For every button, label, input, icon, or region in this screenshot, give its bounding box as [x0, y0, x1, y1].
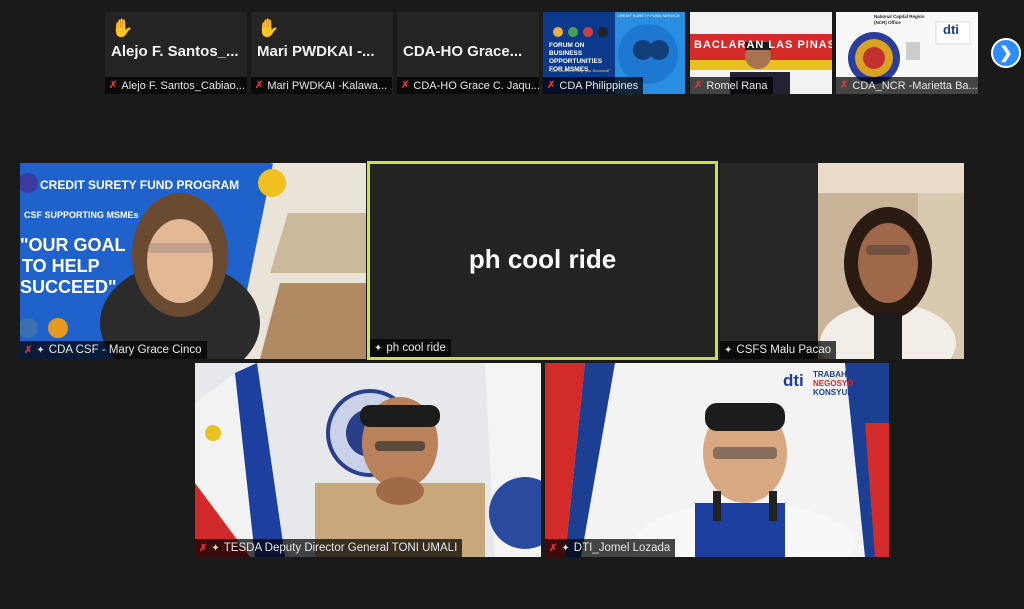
participant-label: ph cool ride [386, 342, 446, 354]
strip-tile-romel[interactable]: BACLARAN LAS PINAS ✗ Romel Rana [690, 12, 832, 94]
tagline-line-1: TRABAHO [813, 370, 853, 379]
participant-label: CDA Philippines [559, 79, 639, 92]
mic-muted-icon: ✗ [840, 80, 849, 91]
tagline-line-3: KONSYUMER [813, 388, 866, 397]
pin-icon: ✦ [724, 344, 733, 356]
participant-display-name: ph cool ride [468, 244, 617, 274]
mic-muted-icon: ✗ [109, 80, 118, 91]
participant-display-name: Alejo F. Santos_... [111, 43, 239, 60]
pin-icon: ✦ [36, 344, 45, 356]
strip-tile-alejo[interactable]: ✋ Alejo F. Santos_... ✗ Alejo F. Santos_… [105, 12, 247, 94]
tagline-line-2: NEGOSYO [813, 379, 854, 388]
video-tile-cda-csf[interactable]: CREDIT SURETY FUND PROGRAM CSF SUPPORTIN… [20, 163, 366, 359]
strip-tile-cda-ncr[interactable]: National Capital Region (NCR) Office dti… [836, 12, 978, 94]
participant-name-bar: ✗ CDA Philippines [543, 77, 644, 94]
participant-video [818, 163, 964, 359]
participant-label: CDA CSF - Mary Grace Cinco [48, 344, 202, 356]
background-title-text: CREDIT SURETY FUND PROGRAM [40, 178, 240, 192]
participant-name-bar: ✗ ✦ TESDA Deputy Director General TONI U… [195, 539, 463, 557]
participant-label: CDA-HO Grace C. Jaqu... [413, 79, 539, 92]
background-quote-line-1: "OUR GOAL [20, 235, 126, 255]
background-subtitle-text: CSF SUPPORTING MSMEs [24, 210, 139, 220]
dti-logo-text: dti [943, 22, 959, 37]
participant-label: TESDA Deputy Director General TONI UMALI [223, 542, 458, 554]
mic-muted-icon: ✗ [401, 80, 410, 91]
raised-hand-icon: ✋ [111, 18, 134, 38]
participant-label: CDA_NCR -Marietta Ba... [852, 79, 978, 92]
participant-name-bar: ✦ ph cool ride [370, 339, 451, 357]
video-tile-tesda[interactable]: ✗ ✦ TESDA Deputy Director General TONI U… [195, 363, 541, 557]
mic-muted-icon: ✗ [549, 542, 558, 554]
pin-icon: ✦ [374, 342, 383, 354]
pin-icon: ✦ [211, 542, 220, 554]
pin-icon: ✦ [561, 542, 570, 554]
office-header-text: National Capital Region (NCR) Office [874, 14, 925, 25]
banner-text: BACLARAN LAS PINAS [694, 39, 832, 51]
video-tile-ph-cool-ride[interactable]: ph cool ride ✦ ph cool ride [367, 161, 718, 360]
background-quote-line-2: TO HELP [22, 256, 100, 276]
participant-name-bar: ✗ ✦ DTI_Jomel Lozada [545, 539, 676, 557]
strip-tile-grace[interactable]: CDA-HO Grace... ✗ CDA-HO Grace C. Jaqu..… [397, 12, 539, 94]
participant-display-name: CDA-HO Grace... [403, 43, 523, 60]
mic-muted-icon: ✗ [24, 344, 33, 356]
participant-display-name: Mari PWDKAI -... [257, 43, 375, 60]
raised-hand-icon: ✋ [257, 18, 280, 38]
mic-muted-icon: ✗ [255, 80, 264, 91]
slide-header-text: CREDIT SURETY FUND SERVICE [617, 13, 680, 18]
strip-tile-cda-philippines[interactable]: CREDIT SURETY FUND SERVICE FORUM ON BUSI… [543, 12, 685, 94]
strip-tile-mari[interactable]: ✋ Mari PWDKAI -... ✗ Mari PWDKAI -Kalawa… [251, 12, 393, 94]
participant-name-bar: ✗ Alejo F. Santos_Cabiao... [105, 77, 247, 94]
background-quote-line-3: SUCCEED" [20, 277, 117, 297]
participant-label: Alejo F. Santos_Cabiao... [121, 79, 245, 92]
mic-muted-icon: ✗ [199, 542, 208, 554]
slide-subtitle-text: "Our Goal is to help you Succeed!" [549, 68, 611, 73]
chevron-right-icon: ❯ [999, 45, 1013, 62]
participant-label: Mari PWDKAI -Kalawa... [267, 79, 388, 92]
participant-video [195, 363, 541, 557]
participant-name-bar: ✦ CSFS Malu Pacao [720, 341, 836, 359]
participant-name-bar: ✗ CDA-HO Grace C. Jaqu... [397, 77, 539, 94]
video-tile-dti-jomel[interactable]: dti TRABAHO NEGOSYO KONSYUMER ✗ ✦ DTI_Jo… [545, 363, 889, 557]
participant-label: CSFS Malu Pacao [736, 344, 831, 356]
participant-label: DTI_Jomel Lozada [573, 542, 671, 554]
dti-logo-text: dti [783, 371, 804, 390]
participant-name-bar: ✗ ✦ CDA CSF - Mary Grace Cinco [20, 341, 207, 359]
participant-name-bar: ✗ Mari PWDKAI -Kalawa... [251, 77, 393, 94]
next-page-button[interactable]: ❯ [991, 38, 1021, 68]
mic-muted-icon: ✗ [694, 80, 703, 91]
participant-name-bar: ✗ CDA_NCR -Marietta Ba... [836, 77, 978, 94]
video-tile-csfs-malu-pacao[interactable]: ✦ CSFS Malu Pacao [720, 163, 964, 359]
mic-muted-icon: ✗ [547, 80, 556, 91]
participant-label: Romel Rana [706, 79, 768, 92]
participant-name-bar: ✗ Romel Rana [690, 77, 773, 94]
